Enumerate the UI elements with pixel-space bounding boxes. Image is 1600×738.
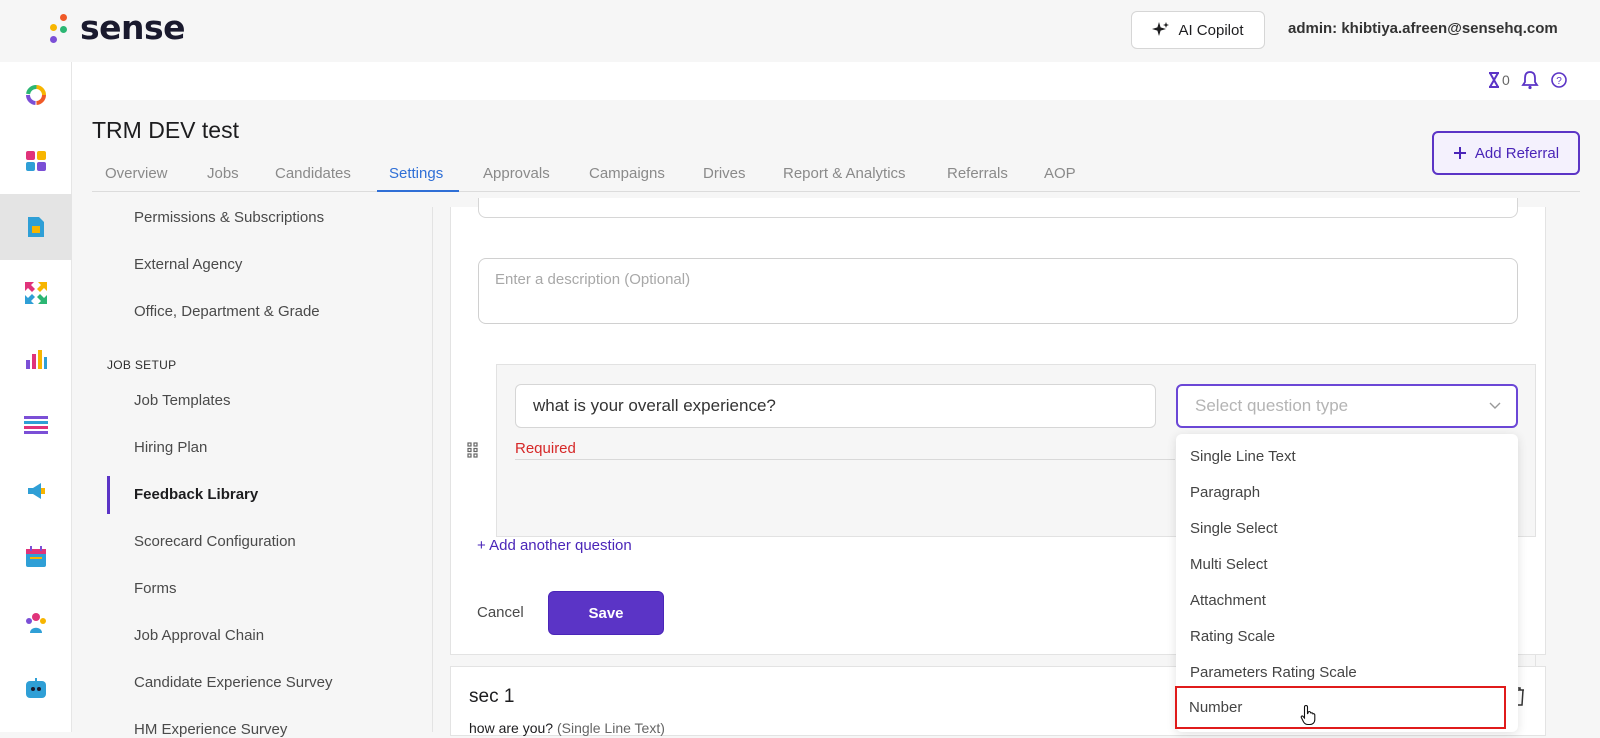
svg-text:?: ? xyxy=(1556,76,1562,87)
subnav-external-agency[interactable]: External Agency xyxy=(134,256,242,273)
rail-home[interactable] xyxy=(0,62,72,128)
question-divider xyxy=(515,459,1175,460)
subnav-office-department[interactable]: Office, Department & Grade xyxy=(134,303,320,320)
list-icon xyxy=(24,416,48,434)
tab-jobs[interactable]: Jobs xyxy=(207,165,239,192)
rail-apps[interactable] xyxy=(0,128,72,194)
option-parameters-rating-scale[interactable]: Parameters Rating Scale xyxy=(1190,664,1357,681)
main-top-strip: 0 ? xyxy=(72,62,1600,100)
section-name-input[interactable] xyxy=(478,198,1518,218)
option-rating-scale[interactable]: Rating Scale xyxy=(1190,628,1275,645)
plus-icon xyxy=(1453,147,1466,159)
sense-ring-icon xyxy=(26,85,46,105)
sparkle-icon xyxy=(1152,22,1170,36)
tab-aop[interactable]: AOP xyxy=(1044,165,1076,192)
option-paragraph[interactable]: Paragraph xyxy=(1190,484,1260,501)
rail-jobs[interactable] xyxy=(0,194,72,260)
tab-overview[interactable]: Overview xyxy=(105,165,168,192)
option-number: Number xyxy=(1189,699,1243,716)
rail-campaigns[interactable] xyxy=(0,458,72,524)
section-question: how are you? (Single Line Text) xyxy=(469,720,665,736)
tab-drives[interactable]: Drives xyxy=(703,165,746,192)
chevron-down-icon xyxy=(1489,402,1501,409)
subnav-hiring-plan[interactable]: Hiring Plan xyxy=(134,439,207,456)
question-type-select[interactable]: Select question type xyxy=(1176,384,1518,428)
option-attachment[interactable]: Attachment xyxy=(1190,592,1266,609)
admin-account-label[interactable]: admin: khibtiya.afreen@sensehq.com xyxy=(1288,20,1558,37)
help-icon[interactable]: ? xyxy=(1550,71,1568,89)
required-error-text: Required xyxy=(515,440,576,457)
question-text-input[interactable]: what is your overall experience? xyxy=(515,384,1156,428)
subnav-active-indicator xyxy=(107,476,110,514)
option-number-highlighted[interactable]: Number xyxy=(1175,686,1506,729)
rail-analytics[interactable] xyxy=(0,326,72,392)
sense-logo[interactable]: sense xyxy=(46,8,186,47)
logo-dots-icon xyxy=(46,10,72,46)
tab-report-analytics[interactable]: Report & Analytics xyxy=(783,165,906,192)
chatbot-icon xyxy=(26,678,46,698)
add-referral-label: Add Referral xyxy=(1474,144,1560,162)
calendar-icon xyxy=(26,546,46,567)
drag-handle-icon[interactable] xyxy=(467,442,479,458)
option-single-select[interactable]: Single Select xyxy=(1190,520,1278,537)
hand-pointer-cursor-icon xyxy=(1300,704,1316,726)
section-question-type: (Single Line Text) xyxy=(556,720,665,736)
subnav-hm-experience-survey[interactable]: HM Experience Survey xyxy=(134,721,287,738)
job-setup-heading: JOB SETUP xyxy=(107,358,177,372)
settings-tabs: Overview Jobs Candidates Settings Approv… xyxy=(92,160,1580,192)
tab-campaigns[interactable]: Campaigns xyxy=(589,165,665,192)
description-textarea[interactable]: Enter a description (Optional) xyxy=(478,258,1518,324)
subnav-feedback-library[interactable]: Feedback Library xyxy=(134,486,258,503)
rail-chatbot[interactable] xyxy=(0,656,72,722)
ai-copilot-label: AI Copilot xyxy=(1178,21,1244,39)
apps-grid-icon xyxy=(26,151,46,171)
subnav-candidate-experience-survey[interactable]: Candidate Experience Survey xyxy=(134,674,332,691)
rail-people[interactable] xyxy=(0,590,72,656)
rail-lists[interactable] xyxy=(0,392,72,458)
bell-icon[interactable] xyxy=(1520,70,1540,90)
add-another-question-link[interactable]: + Add another question xyxy=(477,537,632,554)
option-single-line-text[interactable]: Single Line Text xyxy=(1190,448,1296,465)
tab-referrals[interactable]: Referrals xyxy=(947,165,1008,192)
option-multi-select[interactable]: Multi Select xyxy=(1190,556,1268,573)
tab-approvals[interactable]: Approvals xyxy=(483,165,550,192)
hourglass-counter[interactable]: 0 xyxy=(1488,72,1510,88)
hourglass-count: 0 xyxy=(1502,72,1510,88)
page-title: TRM DEV test xyxy=(92,117,239,143)
top-header: sense AI Copilot admin: khibtiya.afreen@… xyxy=(0,0,1600,62)
referral-arrows-icon xyxy=(25,282,47,304)
subnav-scorecard-configuration[interactable]: Scorecard Configuration xyxy=(134,533,296,550)
subnav-job-approval-chain[interactable]: Job Approval Chain xyxy=(134,627,264,644)
subnav-job-templates[interactable]: Job Templates xyxy=(134,392,230,409)
left-icon-rail xyxy=(0,62,72,732)
header-status-icons: 0 ? xyxy=(1488,70,1568,90)
subnav-forms[interactable]: Forms xyxy=(134,580,177,597)
section-title: sec 1 xyxy=(469,686,515,707)
rail-referrals[interactable] xyxy=(0,260,72,326)
analytics-bars-icon xyxy=(26,350,47,369)
hourglass-icon xyxy=(1489,72,1499,88)
tab-settings[interactable]: Settings xyxy=(377,165,459,192)
people-group-icon xyxy=(26,613,46,633)
cancel-button[interactable]: Cancel xyxy=(477,604,524,621)
save-button[interactable]: Save xyxy=(548,591,664,635)
subnav-permissions[interactable]: Permissions & Subscriptions xyxy=(134,209,324,226)
brand-name: sense xyxy=(80,8,186,47)
campaign-megaphone-icon xyxy=(28,483,45,499)
jobs-document-icon xyxy=(28,217,44,237)
rail-calendar[interactable] xyxy=(0,524,72,590)
ai-copilot-button[interactable]: AI Copilot xyxy=(1131,11,1265,49)
section-question-text: how are you? xyxy=(469,720,554,736)
question-type-placeholder: Select question type xyxy=(1195,396,1349,415)
tab-candidates[interactable]: Candidates xyxy=(275,165,351,192)
